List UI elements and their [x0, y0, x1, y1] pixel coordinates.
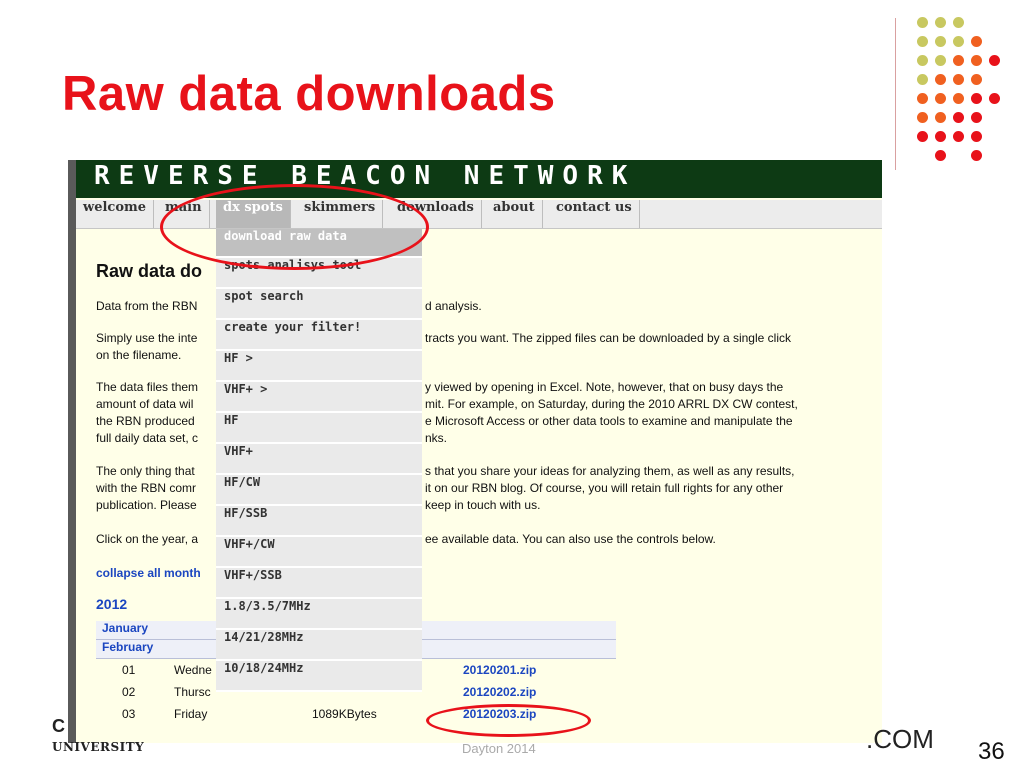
para-2-left-1: on the filename. — [96, 348, 182, 362]
nav-about[interactable]: about — [486, 200, 543, 228]
decorative-divider — [895, 18, 896, 170]
para-2-left-0: Simply use the inte — [96, 331, 198, 345]
day-weekday: Thursc — [174, 685, 211, 699]
menu-item-hf-cw[interactable]: HF/CW — [216, 475, 422, 506]
para-5-right: ee available data. You can also use the … — [425, 532, 716, 546]
decorative-dot-grid — [912, 14, 1012, 164]
day-weekday: Friday — [174, 707, 208, 721]
menu-item-spots-analysis-tool[interactable]: spots analisys tool — [216, 258, 422, 289]
footer-logo-text: C — [52, 716, 65, 736]
menu-item-band-10-18-24[interactable]: 10/18/24MHz — [216, 661, 422, 692]
menu-item-hf[interactable]: HF — [216, 413, 422, 444]
para-4-right-0: s that you share your ideas for analyzin… — [425, 464, 795, 478]
para-1-right: d analysis. — [425, 299, 482, 313]
menu-item-vhf[interactable]: VHF+ — [216, 444, 422, 475]
para-3-right-0: y viewed by opening in Excel. Note, howe… — [425, 380, 784, 394]
menu-item-create-filter[interactable]: create your filter! — [216, 320, 422, 351]
menu-item-vhf-cw[interactable]: VHF+/CW — [216, 537, 422, 568]
year-heading[interactable]: 2012 — [96, 596, 127, 612]
para-4-left-1: with the RBN comr — [96, 481, 197, 495]
nav-contact-us[interactable]: contact us — [549, 200, 640, 228]
file-download-link[interactable]: 20120203.zip — [463, 703, 536, 725]
day-weekday: Wedne — [174, 663, 212, 677]
slide-title: Raw data downloads — [62, 67, 556, 121]
para-3-left-3: full daily data set, c — [96, 431, 199, 445]
para-5-left: Click on the year, a — [96, 532, 199, 546]
site-banner: REVERSE BEACON NETWORK — [76, 160, 882, 198]
menu-item-vhf-ssb[interactable]: VHF+/SSB — [216, 568, 422, 599]
para-3-left-2: the RBN produced — [96, 414, 195, 428]
screenshot-left-border — [68, 160, 76, 743]
file-download-link[interactable]: 20120202.zip — [463, 681, 536, 703]
menu-item-download-raw-data[interactable]: download raw data — [216, 229, 422, 258]
menu-item-hf-ssb[interactable]: HF/SSB — [216, 506, 422, 537]
menu-item-vhf-submenu[interactable]: VHF+ > — [216, 382, 422, 413]
site-navbar: welcome main dx spots skimmers downloads… — [76, 200, 882, 229]
para-3-left-0: The data files them — [96, 380, 199, 394]
para-4-right-1: it on our RBN blog. Of course, you will … — [425, 481, 784, 495]
para-2-right: tracts you want. The zipped files can be… — [425, 331, 791, 345]
footer-com-text: .COM — [866, 724, 934, 754]
menu-item-spot-search[interactable]: spot search — [216, 289, 422, 320]
day-number: 01 — [122, 663, 136, 677]
website-screenshot: REVERSE BEACON NETWORK welcome main dx s… — [68, 160, 882, 743]
para-3-right-2: e Microsoft Access or other data tools t… — [425, 414, 793, 428]
file-download-link[interactable]: 20120201.zip — [463, 659, 536, 681]
menu-item-band-1-8-3-5-7[interactable]: 1.8/3.5/7MHz — [216, 599, 422, 630]
para-4-right-2: keep in touch with us. — [425, 498, 541, 512]
nav-downloads[interactable]: downloads — [390, 200, 482, 228]
nav-skimmers[interactable]: skimmers — [297, 200, 384, 228]
footer-university: UNIVERSITY — [52, 740, 145, 754]
menu-item-band-14-21-28[interactable]: 14/21/28MHz — [216, 630, 422, 661]
page-number: 36 — [978, 738, 1005, 765]
para-3-right-1: mit. For example, on Saturday, during th… — [425, 397, 798, 411]
para-4-left-2: publication. Please — [96, 498, 197, 512]
para-4-left-0: The only thing that — [96, 464, 195, 478]
table-row: 03 Friday 1089KBytes 20120203.zip — [96, 703, 616, 725]
nav-dx-spots[interactable]: dx spots — [216, 200, 291, 228]
footer-event: Dayton 2014 — [462, 741, 536, 756]
collapse-all-link[interactable]: collapse all month — [96, 566, 201, 580]
para-3-right-3: nks. — [425, 431, 448, 445]
site-banner-title: REVERSE BEACON NETWORK — [94, 161, 637, 191]
day-number: 02 — [122, 685, 136, 699]
page-heading: Raw data do — [96, 261, 203, 281]
nav-main[interactable]: main — [158, 200, 210, 228]
file-size: 1089KBytes — [312, 707, 377, 721]
nav-welcome[interactable]: welcome — [76, 200, 155, 228]
menu-item-hf-submenu[interactable]: HF > — [216, 351, 422, 382]
para-1-left: Data from the RBN — [96, 299, 198, 313]
para-3-left-1: amount of data wil — [96, 397, 194, 411]
dx-spots-dropdown: download raw data spots analisys tool sp… — [216, 229, 422, 692]
day-number: 03 — [122, 707, 136, 721]
